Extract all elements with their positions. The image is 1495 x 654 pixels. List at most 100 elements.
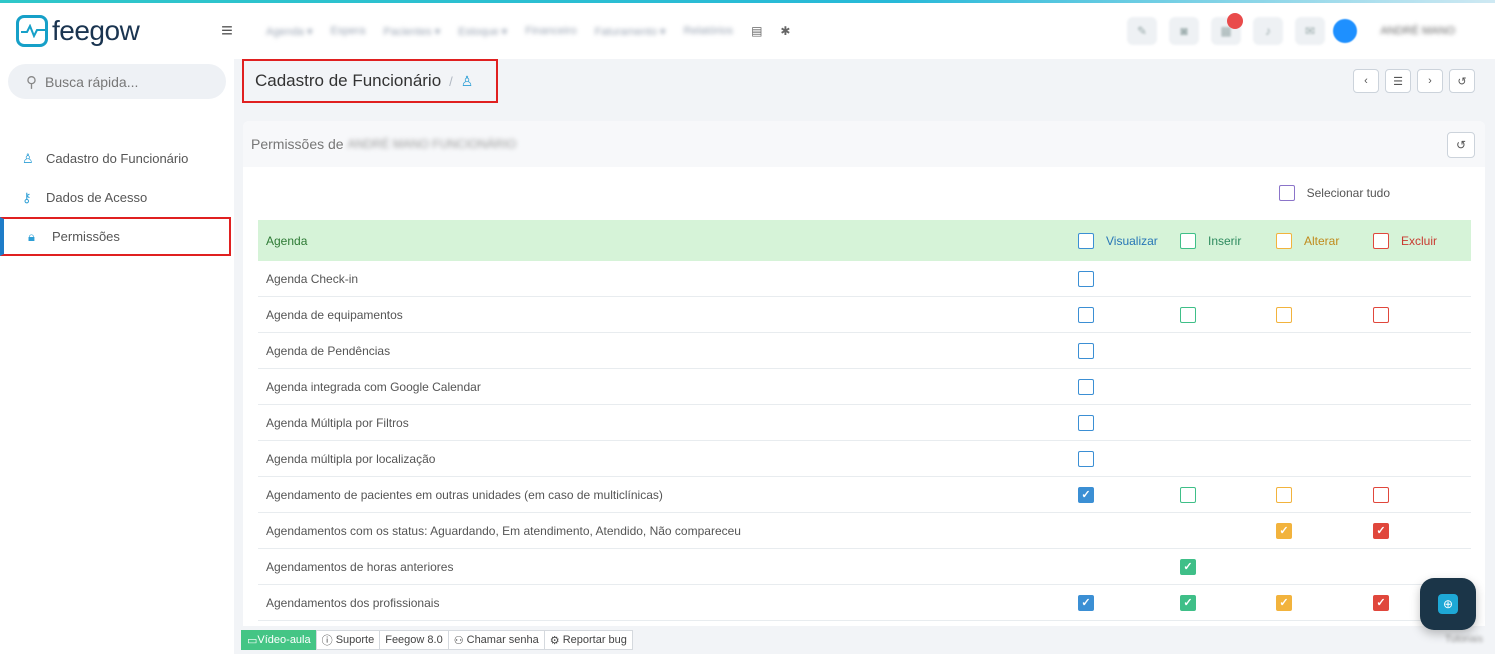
permission-label: Agenda Check-in	[266, 271, 359, 286]
visualizar-checkbox[interactable]	[1078, 306, 1094, 323]
nav-item[interactable]: Agenda ▾	[266, 25, 313, 38]
excluir-all-checkbox[interactable]	[1373, 232, 1389, 249]
inserir-checkbox[interactable]: ✓	[1180, 594, 1196, 611]
permission-label: Agenda integrada com Google Calendar	[266, 379, 481, 394]
sidebar-item-permissoes[interactable]: 🔒︎ Permissões	[0, 217, 231, 256]
visualizar-checkbox[interactable]	[1078, 378, 1094, 395]
top-navigation: Agenda ▾ Espera Pacientes ▾ Estoque ▾ Fi…	[266, 24, 790, 38]
inserir-checkbox[interactable]	[1180, 486, 1196, 503]
cell-inserir: ✓	[1180, 594, 1208, 611]
inserir-checkbox[interactable]	[1180, 306, 1196, 323]
next-button[interactable]: ›	[1417, 69, 1443, 93]
alterar-checkbox[interactable]	[1276, 306, 1292, 323]
nav-item[interactable]: Estoque ▾	[458, 25, 507, 38]
nav-item[interactable]: Relatórios	[684, 25, 734, 37]
settings-icon[interactable]: ✱	[780, 24, 790, 38]
cell-alterar	[1276, 306, 1304, 323]
cell-excluir	[1373, 486, 1401, 503]
tutorials-link[interactable]: Tutoriais	[1445, 634, 1483, 645]
record-navigation: ‹ ☰ › ↺	[1353, 69, 1475, 93]
video-lesson-button[interactable]: ▭ Vídeo-aula	[241, 630, 317, 650]
breadcrumb-separator: /	[449, 73, 453, 89]
select-all[interactable]: Selecionar tudo	[1278, 185, 1390, 201]
excluir-checkbox[interactable]	[1373, 306, 1389, 323]
column-alterar[interactable]: Alterar	[1276, 232, 1339, 249]
permissions-panel: Permissões de ANDRÉ MANO FUNCIONÁRIO ↺ S…	[243, 121, 1485, 641]
report-bug-button[interactable]: ⚙ Reportar bug	[543, 630, 633, 650]
permission-label: Agenda de Pendências	[266, 343, 391, 358]
breadcrumb: Cadastro de Funcionário / ♙	[242, 59, 498, 103]
visualizar-checkbox[interactable]: ✓	[1078, 486, 1094, 503]
visualizar-checkbox[interactable]	[1078, 342, 1094, 359]
database-icon[interactable]: ▤	[751, 24, 762, 38]
column-label: Inserir	[1208, 233, 1242, 248]
cell-visualizar	[1078, 414, 1106, 431]
support-button[interactable]: ⓘ Suporte	[315, 630, 381, 650]
nav-item[interactable]: Pacientes ▾	[383, 25, 440, 38]
permission-label: Agenda de equipamentos	[266, 307, 403, 322]
column-visualizar[interactable]: Visualizar	[1078, 232, 1158, 249]
column-inserir[interactable]: Inserir	[1180, 232, 1242, 249]
inserir-checkbox[interactable]: ✓	[1180, 558, 1196, 575]
alterar-checkbox[interactable]	[1276, 486, 1292, 503]
assistant-icon: ⊕	[1438, 594, 1458, 614]
history-button[interactable]: ↺	[1449, 69, 1475, 93]
inserir-all-checkbox[interactable]	[1180, 232, 1196, 249]
select-all-label: Selecionar tudo	[1306, 186, 1390, 200]
table-row: Agenda de equipamentos	[258, 297, 1471, 333]
permission-label: Agendamento de pacientes em outras unida…	[266, 487, 663, 502]
table-body: Agenda Check-in Agenda de equipamentos Age…	[258, 261, 1471, 621]
sidebar-item-dados-acesso[interactable]: ⚷ Dados de Acesso	[0, 178, 234, 217]
notification-icon[interactable]: ♪	[1253, 17, 1283, 45]
cell-excluir: ✓	[1373, 522, 1401, 539]
visualizar-checkbox[interactable]	[1078, 270, 1094, 287]
sidebar-item-label: Cadastro do Funcionário	[46, 151, 189, 166]
call-password-button[interactable]: ⚇ Chamar senha	[447, 630, 545, 650]
table-row: Agenda de Pendências	[258, 333, 1471, 369]
alterar-checkbox[interactable]: ✓	[1276, 594, 1292, 611]
lock-icon: 🔒︎	[28, 228, 35, 244]
table-row: Agenda Check-in	[258, 261, 1471, 297]
sidebar-item-cadastro[interactable]: ♙ Cadastro do Funcionário	[0, 139, 234, 178]
list-button[interactable]: ☰	[1385, 69, 1411, 93]
app-logo[interactable]: feegow	[16, 15, 216, 47]
excluir-checkbox[interactable]: ✓	[1373, 594, 1389, 611]
column-excluir[interactable]: Excluir	[1373, 232, 1437, 249]
footer-bar: ▭ Vídeo-aula ⓘ Suporte Feegow 8.0 ⚇ Cham…	[234, 626, 1495, 654]
visualizar-checkbox[interactable]	[1078, 450, 1094, 467]
floating-action-button[interactable]: ⊕	[1420, 578, 1476, 630]
cell-visualizar	[1078, 378, 1106, 395]
excluir-checkbox[interactable]: ✓	[1373, 522, 1389, 539]
avatar[interactable]	[1333, 19, 1357, 43]
nav-item[interactable]: Espera	[331, 25, 366, 37]
key-icon: ⚷	[22, 189, 32, 205]
hamburger-menu-icon[interactable]: ≡	[212, 20, 242, 43]
tools-icon[interactable]: ✎	[1127, 17, 1157, 45]
panel-header: Permissões de ANDRÉ MANO FUNCIONÁRIO	[243, 121, 1485, 167]
permission-label: Agenda múltipla por localização	[266, 451, 436, 466]
breadcrumb-bar: Cadastro de Funcionário / ♙ ‹ ☰ › ↺	[234, 59, 1495, 103]
excluir-checkbox[interactable]	[1373, 486, 1389, 503]
select-all-checkbox[interactable]	[1278, 185, 1295, 201]
previous-button[interactable]: ‹	[1353, 69, 1379, 93]
camera-icon[interactable]: ◙	[1169, 17, 1199, 45]
user-name[interactable]: ANDRÉ MANO	[1380, 25, 1455, 37]
table-row: Agendamentos com os status: Aguardando, …	[258, 513, 1471, 549]
panel-title: Permissões de	[251, 136, 344, 152]
visualizar-all-checkbox[interactable]	[1078, 232, 1094, 249]
cell-visualizar	[1078, 450, 1106, 467]
column-label: Visualizar	[1106, 233, 1158, 248]
notification-badge	[1227, 13, 1243, 29]
visualizar-checkbox[interactable]	[1078, 414, 1094, 431]
alterar-checkbox[interactable]: ✓	[1276, 522, 1292, 539]
user-icon: ♙	[22, 150, 34, 166]
panel-history-button[interactable]: ↺	[1447, 132, 1475, 158]
visualizar-checkbox[interactable]: ✓	[1078, 594, 1094, 611]
nav-item[interactable]: Financeiro	[525, 25, 576, 37]
sidebar-item-label: Dados de Acesso	[46, 190, 148, 205]
alterar-all-checkbox[interactable]	[1276, 232, 1292, 249]
search-input[interactable]: ⚲ Busca rápida...	[8, 64, 226, 99]
chat-icon[interactable]: ✉	[1295, 17, 1325, 45]
logo-text: feegow	[52, 15, 140, 46]
nav-item[interactable]: Faturamento ▾	[595, 25, 666, 38]
